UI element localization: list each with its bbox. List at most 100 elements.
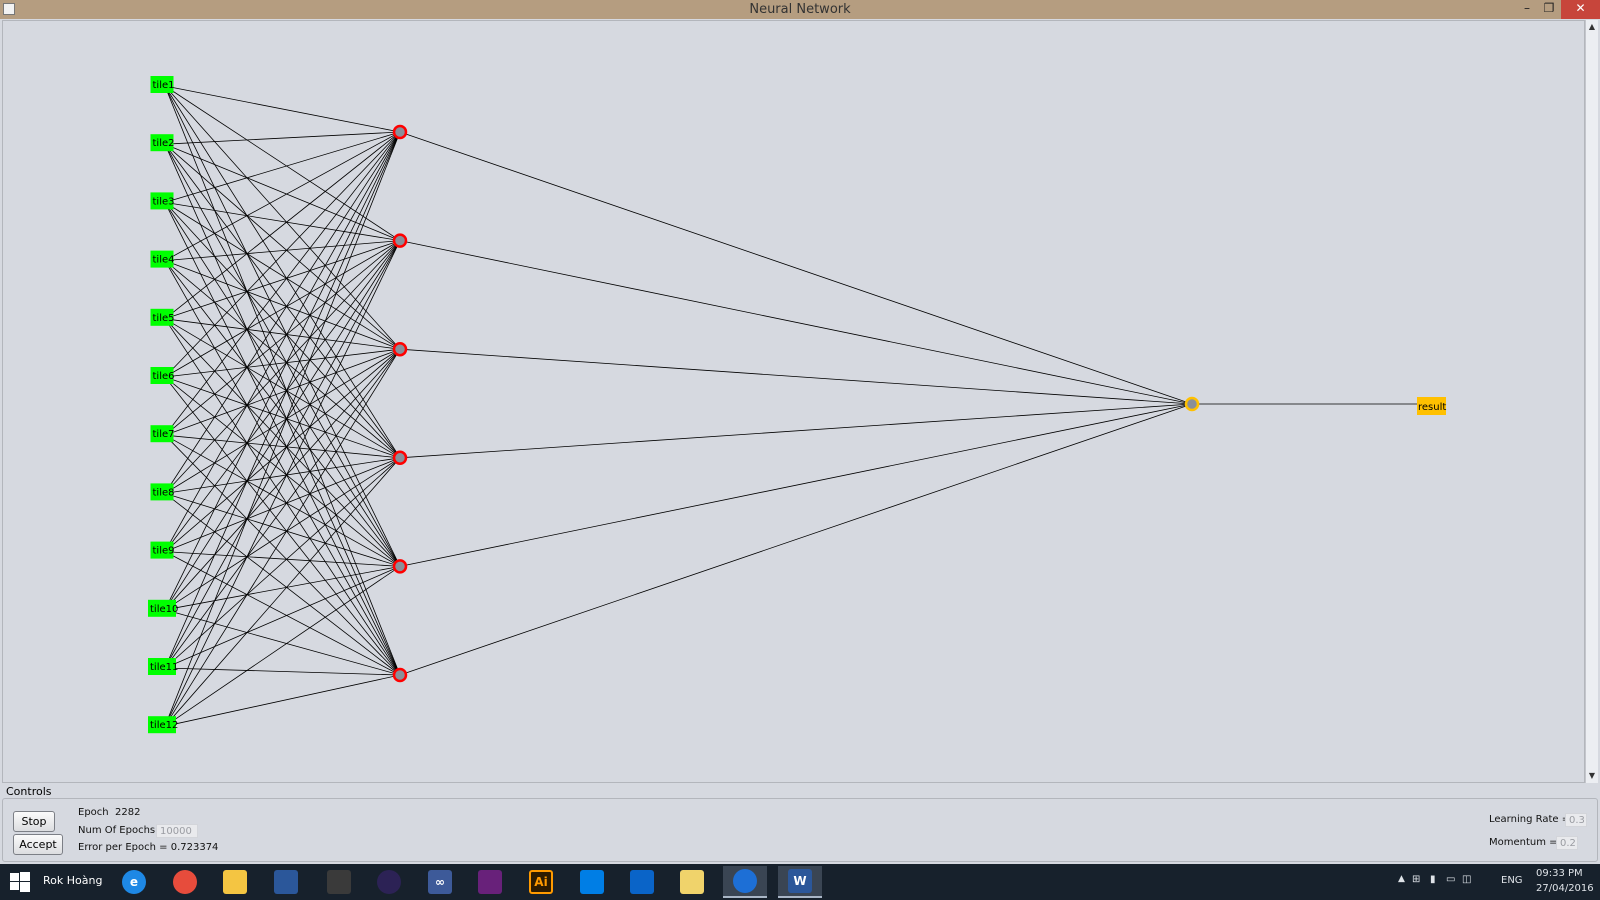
edge-line	[164, 240, 401, 378]
input-node-label: tile11	[150, 662, 178, 673]
minimize-button[interactable]: –	[1516, 0, 1538, 19]
edge-line	[164, 143, 401, 350]
edge-line	[164, 318, 401, 350]
accept-button[interactable]: Accept	[13, 834, 63, 855]
onedrive-icon	[630, 870, 654, 894]
java-app-icon	[733, 869, 757, 893]
edge-line	[164, 240, 401, 727]
edge-line	[164, 85, 401, 459]
scroll-down-arrow-icon[interactable]: ▼	[1586, 769, 1598, 783]
taskbar-app-button[interactable]	[570, 866, 614, 898]
start-button[interactable]	[2, 866, 38, 898]
system-tray-icons: ▲ ⊞ ▮ ▭ ◫	[1398, 864, 1478, 900]
folder-maps-icon	[680, 870, 704, 894]
edge-line	[164, 348, 401, 436]
learning-rate-label: Learning Rate =	[1489, 814, 1571, 825]
edge-line	[399, 403, 1193, 567]
momentum-label: Momentum =	[1489, 837, 1558, 848]
controls-panel: Stop Accept Epoch 2282 Num Of Epochs 100…	[2, 798, 1598, 862]
hidden-node	[392, 233, 408, 248]
edge-line	[164, 240, 401, 261]
output-node	[1184, 396, 1200, 412]
stop-button[interactable]: Stop	[13, 811, 55, 832]
taskbar-app-button[interactable]	[163, 866, 207, 898]
wolf-icon	[327, 870, 351, 894]
momentum-field[interactable]: 0.2	[1556, 836, 1578, 850]
taskbar-app-button[interactable]: ∞	[418, 866, 462, 898]
input-node-label: tile5	[153, 313, 175, 324]
edge-line	[164, 131, 401, 378]
edge-line	[399, 403, 1193, 676]
taskbar-app-button[interactable]	[468, 866, 512, 898]
edge-line	[164, 143, 401, 241]
result-node-label: result	[1418, 402, 1446, 413]
hidden-node	[392, 341, 408, 357]
tray-power-icon[interactable]: ▮	[1430, 874, 1436, 885]
tray-network-icon[interactable]: ◫	[1462, 874, 1471, 885]
clock-date[interactable]: 27/04/2016	[1536, 883, 1594, 897]
edge-line	[164, 348, 401, 669]
epoch-line: Epoch 2282	[78, 807, 140, 818]
eclipse-icon	[377, 870, 401, 894]
edge-line	[164, 131, 401, 436]
input-node-label: tile8	[153, 487, 175, 498]
hidden-node	[392, 667, 408, 683]
vertical-scrollbar[interactable]: ▲ ▼	[1585, 20, 1598, 783]
taskbar-app-button[interactable]	[264, 866, 308, 898]
epoch-value: 2282	[114, 807, 141, 818]
save-disk-icon	[274, 870, 298, 894]
input-node-label: tile1	[153, 80, 175, 91]
edge-line	[164, 674, 401, 727]
taskbar-app-button[interactable]	[367, 866, 411, 898]
taskbar-app-button[interactable]	[213, 866, 257, 898]
tray-expand-icon[interactable]: ▲	[1398, 874, 1405, 884]
taskbar-app-button[interactable]	[620, 866, 664, 898]
clock-time[interactable]: 09:33 PM	[1536, 868, 1583, 882]
edge-line	[164, 202, 401, 567]
illustrator-icon: Ai	[529, 870, 553, 894]
input-node-label: tile6	[153, 371, 175, 382]
network-canvas: tile1 tile2 tile3 tile4 tile5 tile6 tile7 tile8…	[2, 20, 1585, 783]
taskbar-app-button[interactable]	[317, 866, 361, 898]
edge-line	[164, 131, 401, 320]
network-diagram: tile1 tile2 tile3 tile4 tile5 tile6 tile7 tile8…	[148, 76, 1446, 734]
input-node-label: tile10	[150, 604, 178, 615]
input-node-label: tile9	[153, 546, 175, 557]
input-node-label: tile2	[153, 138, 175, 149]
scroll-up-arrow-icon[interactable]: ▲	[1586, 20, 1598, 34]
taskbar-app-button[interactable]: e	[112, 866, 156, 898]
tray-windows-icon[interactable]: ⊞	[1412, 874, 1420, 885]
tray-monitor-icon[interactable]: ▭	[1446, 874, 1455, 885]
edge-line	[164, 144, 401, 567]
taskbar: Rok Hoàng e ∞ Ai W	[0, 864, 1600, 900]
error-per-epoch-text: Error per Epoch = 0.723374	[78, 842, 219, 853]
learning-rate-field[interactable]: 0.3	[1565, 813, 1587, 827]
taskbar-app-button[interactable]	[670, 866, 714, 898]
edge-line	[164, 240, 401, 320]
file-explorer-icon	[223, 870, 247, 894]
language-indicator[interactable]: ENG	[1501, 875, 1523, 889]
edge-line	[164, 144, 401, 676]
input-node-label: tile4	[153, 255, 175, 266]
taskbar-app-button[interactable]	[723, 866, 767, 898]
edge-line	[164, 260, 401, 676]
edge-line	[164, 457, 401, 727]
infinity-icon: ∞	[428, 870, 452, 894]
num-epochs-field[interactable]: 10000	[156, 824, 198, 838]
visual-studio-icon	[478, 870, 502, 894]
restore-button[interactable]: ❐	[1538, 0, 1560, 19]
input-node-label: tile7	[153, 429, 175, 440]
edge-line	[164, 240, 401, 611]
window-title: Neural Network	[749, 2, 851, 17]
edge-line	[164, 318, 401, 676]
edge-line	[164, 566, 401, 727]
edge-line	[164, 131, 401, 261]
edge-line	[164, 85, 401, 567]
close-button[interactable]: ✕	[1561, 0, 1600, 19]
input-node-label: tile12	[150, 720, 178, 731]
taskbar-app-button[interactable]: W	[778, 866, 822, 898]
taskbar-app-button[interactable]: Ai	[519, 866, 563, 898]
edge-line	[164, 131, 401, 552]
hidden-node	[392, 124, 408, 140]
edge-line	[399, 240, 1193, 405]
